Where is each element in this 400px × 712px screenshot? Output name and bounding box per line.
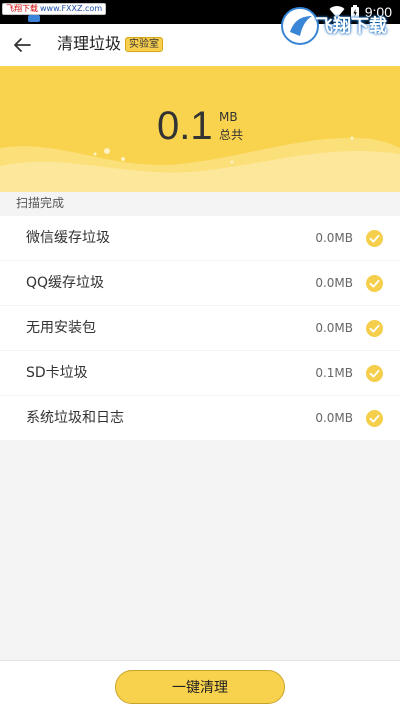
item-label: 无用安装包	[26, 320, 96, 336]
list-item-system-logs[interactable]: 系统垃圾和日志 0.0MB	[0, 396, 400, 440]
watermark-text: 飞翔下载	[6, 4, 38, 13]
item-size: 0.1MB	[315, 366, 353, 380]
list-item-qq-cache[interactable]: QQ缓存垃圾 0.0MB	[0, 261, 400, 305]
check-icon[interactable]	[366, 365, 383, 382]
notification-icon	[28, 15, 40, 22]
item-label: QQ缓存垃圾	[26, 275, 105, 291]
item-label: 系统垃圾和日志	[26, 410, 124, 426]
list-item-sd-card[interactable]: SD卡垃圾 0.1MB	[0, 351, 400, 395]
check-icon[interactable]	[366, 320, 383, 337]
lab-badge: 实验室	[125, 37, 163, 52]
check-icon[interactable]	[366, 410, 383, 427]
junk-list: 微信缓存垃圾 0.0MB QQ缓存垃圾 0.0MB 无用安装包 0.0MB SD…	[0, 216, 400, 441]
scan-status-label: 扫描完成	[16, 196, 65, 210]
watermark-badge: 飞翔下载 www.FXXZ.com	[2, 3, 107, 15]
total-size-value: 0.1	[157, 104, 213, 148]
total-label: 总共	[219, 128, 244, 142]
item-size: 0.0MB	[315, 231, 353, 245]
item-size: 0.0MB	[315, 321, 353, 335]
watermark-url: www.FXXZ.com	[40, 4, 103, 13]
back-arrow-icon[interactable]	[12, 35, 32, 55]
bottom-bar: 一键清理	[0, 660, 400, 712]
summary-panel: 0.1 MB 总共	[0, 66, 400, 192]
one-click-clean-button[interactable]: 一键清理	[115, 670, 285, 704]
check-icon[interactable]	[366, 230, 383, 247]
check-icon[interactable]	[366, 275, 383, 292]
watermark-logo-text: 飞翔下载	[315, 16, 387, 37]
item-label: SD卡垃圾	[26, 365, 88, 381]
total-size-unit: MB	[219, 110, 238, 124]
list-item-wechat-cache[interactable]: 微信缓存垃圾 0.0MB	[0, 216, 400, 260]
list-item-unused-packages[interactable]: 无用安装包 0.0MB	[0, 306, 400, 350]
page-title: 清理垃圾	[57, 34, 122, 53]
item-size: 0.0MB	[315, 411, 353, 425]
item-label: 微信缓存垃圾	[26, 230, 110, 246]
item-size: 0.0MB	[315, 276, 353, 290]
